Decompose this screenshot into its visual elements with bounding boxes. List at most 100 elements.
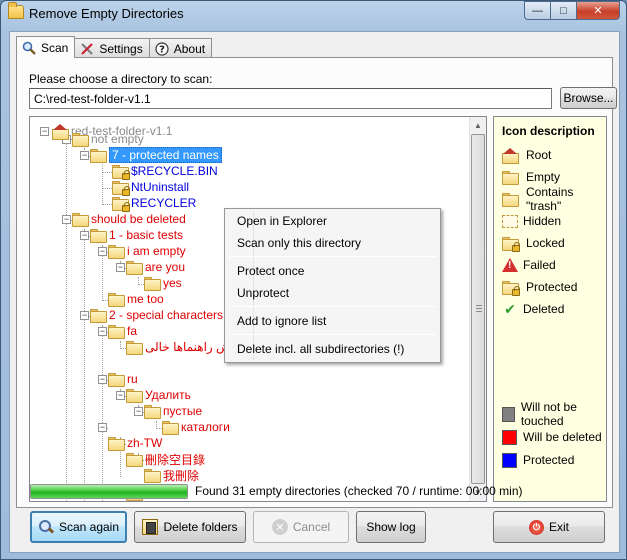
menu-unprotect[interactable]: Unprotect — [237, 284, 289, 302]
folder-icon — [108, 372, 125, 387]
checkmark-icon: ✔ — [504, 300, 516, 317]
tree-item-label: me too — [127, 292, 164, 306]
tree-item-label: $RECYCLE.BIN — [131, 164, 218, 178]
expander-udalit[interactable]: − — [116, 391, 125, 400]
icon-description-panel: Icon description Root Empty Contains "tr… — [493, 116, 607, 502]
tree-item-label: yes — [163, 276, 182, 290]
cancel-icon: ✕ — [271, 519, 288, 535]
expander-are-you[interactable]: − — [116, 263, 125, 272]
legend-will-be-deleted: Will be deleted — [502, 429, 602, 445]
tree-item-fa[interactable]: fa — [108, 323, 137, 339]
expander-basic-tests[interactable]: − — [80, 231, 89, 240]
tree-scrollbar[interactable]: ▲ ▼ — [469, 117, 486, 501]
tree-item-should-be-deleted[interactable]: should be deleted — [72, 211, 186, 227]
window-title: Remove Empty Directories — [29, 6, 184, 21]
tree-item-label: should be deleted — [91, 212, 186, 226]
tree-item-protected-names[interactable]: 7 - protected names — [90, 147, 222, 163]
root-icon — [52, 124, 69, 140]
desc-label: Empty — [526, 170, 561, 184]
exit-label: Exit — [548, 520, 569, 534]
tab-about[interactable]: ? About — [148, 38, 213, 58]
expander-zh-tw[interactable]: − — [98, 423, 107, 432]
tree-item-i-am-empty[interactable]: i am empty — [108, 243, 186, 259]
icon-description-title: Icon description — [502, 124, 595, 138]
scroll-up-arrow-icon[interactable]: ▲ — [470, 117, 486, 134]
client-area: Scan Settings ? About Please choose a di… — [9, 31, 620, 553]
expander-root[interactable]: − — [40, 127, 49, 136]
folder-icon — [162, 420, 179, 435]
tree-item-label: 1 - basic tests — [109, 228, 184, 242]
desc-item-failed: Failed — [502, 257, 556, 273]
tree-item-pustye[interactable]: пустые — [144, 403, 202, 419]
menu-delete-incl-subdirectories[interactable]: Delete incl. all subdirectories (!) — [237, 340, 404, 358]
desc-label: Deleted — [523, 302, 565, 316]
desc-label: Hidden — [523, 214, 562, 228]
title-bar[interactable]: Remove Empty Directories — □ ✕ — [1, 1, 626, 29]
maximize-button[interactable]: □ — [550, 1, 576, 20]
desc-label: Locked — [526, 236, 565, 250]
folder-icon — [144, 404, 161, 419]
tree-item-me-too[interactable]: me too — [108, 291, 164, 307]
minimize-button[interactable]: — — [524, 1, 550, 20]
expander-ru[interactable]: − — [98, 375, 107, 384]
tree-item-special-characters[interactable]: 2 - special characters — [90, 307, 223, 323]
tree-item-zh-tw[interactable]: zh-TW — [108, 435, 162, 451]
delete-folders-button[interactable]: Delete folders — [134, 511, 246, 543]
cancel-button[interactable]: ✕ Cancel — [253, 511, 349, 543]
expander-protected-names[interactable]: − — [80, 151, 89, 160]
scroll-thumb[interactable] — [471, 134, 485, 484]
locked-folder-icon — [112, 180, 130, 196]
folder-icon — [144, 468, 161, 483]
folder-icon — [90, 308, 107, 323]
gray-swatch — [502, 406, 515, 422]
expander-fa[interactable]: − — [98, 327, 107, 336]
desc-item-root: Root — [502, 147, 551, 164]
tree-item-ru[interactable]: ru — [108, 371, 138, 387]
folder-icon — [108, 292, 125, 307]
help-icon: ? — [154, 41, 170, 57]
browse-button[interactable]: Browse... — [560, 87, 617, 109]
tab-scan[interactable]: Scan — [16, 36, 76, 58]
folder-icon — [126, 340, 143, 355]
legend-label: Will be deleted — [523, 430, 602, 444]
tab-settings[interactable]: Settings — [74, 38, 150, 58]
folder-icon — [126, 388, 143, 403]
exit-button[interactable]: ⏻ Exit — [493, 511, 605, 543]
tree-item-recycle-bin[interactable]: $RECYCLE.BIN — [112, 163, 218, 180]
scan-again-label: Scan again — [58, 520, 120, 534]
expander-pustye[interactable]: − — [134, 407, 143, 416]
menu-open-in-explorer[interactable]: Open in Explorer — [237, 212, 327, 230]
tree-item-ntuninstall[interactable]: NtUninstall — [112, 179, 189, 196]
tree-item-yes[interactable]: yes — [144, 275, 182, 291]
expander-special-characters[interactable]: − — [80, 311, 89, 320]
close-button[interactable]: ✕ — [576, 1, 620, 20]
tree-item-zh-delete-empty[interactable]: 刪除空目錄 — [126, 451, 205, 467]
menu-protect-once[interactable]: Protect once — [237, 262, 304, 280]
scan-panel: Please choose a directory to scan: Brows… — [16, 57, 617, 508]
tree-item-udalit[interactable]: Удалить — [126, 387, 191, 403]
tree-item-katalogi[interactable]: каталоги — [162, 419, 230, 435]
tree-item-not-empty[interactable]: not empty — [72, 131, 144, 147]
scan-again-button[interactable]: Scan again — [30, 511, 127, 543]
tree-item-zh-delete-me[interactable]: 我刪除 — [144, 467, 199, 483]
trash-folder-icon — [502, 192, 519, 207]
directory-input[interactable] — [29, 88, 552, 109]
tree-item-label: каталоги — [181, 420, 230, 434]
show-log-button[interactable]: Show log — [356, 511, 426, 543]
expander-i-am-empty[interactable]: − — [98, 247, 107, 256]
folder-icon — [108, 244, 125, 259]
choose-directory-label: Please choose a directory to scan: — [29, 72, 213, 86]
tree-item-basic-tests[interactable]: 1 - basic tests — [90, 227, 183, 243]
menu-add-to-ignore-list[interactable]: Add to ignore list — [237, 312, 326, 330]
tree-item-are-you[interactable]: are you — [126, 259, 185, 275]
menu-scan-only-this-directory[interactable]: Scan only this directory — [237, 234, 361, 252]
expander-should-be-deleted[interactable]: − — [62, 215, 71, 224]
root-icon — [502, 148, 519, 164]
tree-item-recycler[interactable]: RECYCLER — [112, 195, 196, 212]
locked-folder-icon — [112, 164, 130, 180]
desc-item-deleted: ✔ Deleted — [502, 301, 564, 317]
tree-item-label: 7 - protected names — [109, 147, 222, 163]
desc-item-locked: Locked — [502, 235, 565, 252]
progress-fill — [31, 485, 187, 498]
scan-progress-bar — [30, 484, 188, 499]
